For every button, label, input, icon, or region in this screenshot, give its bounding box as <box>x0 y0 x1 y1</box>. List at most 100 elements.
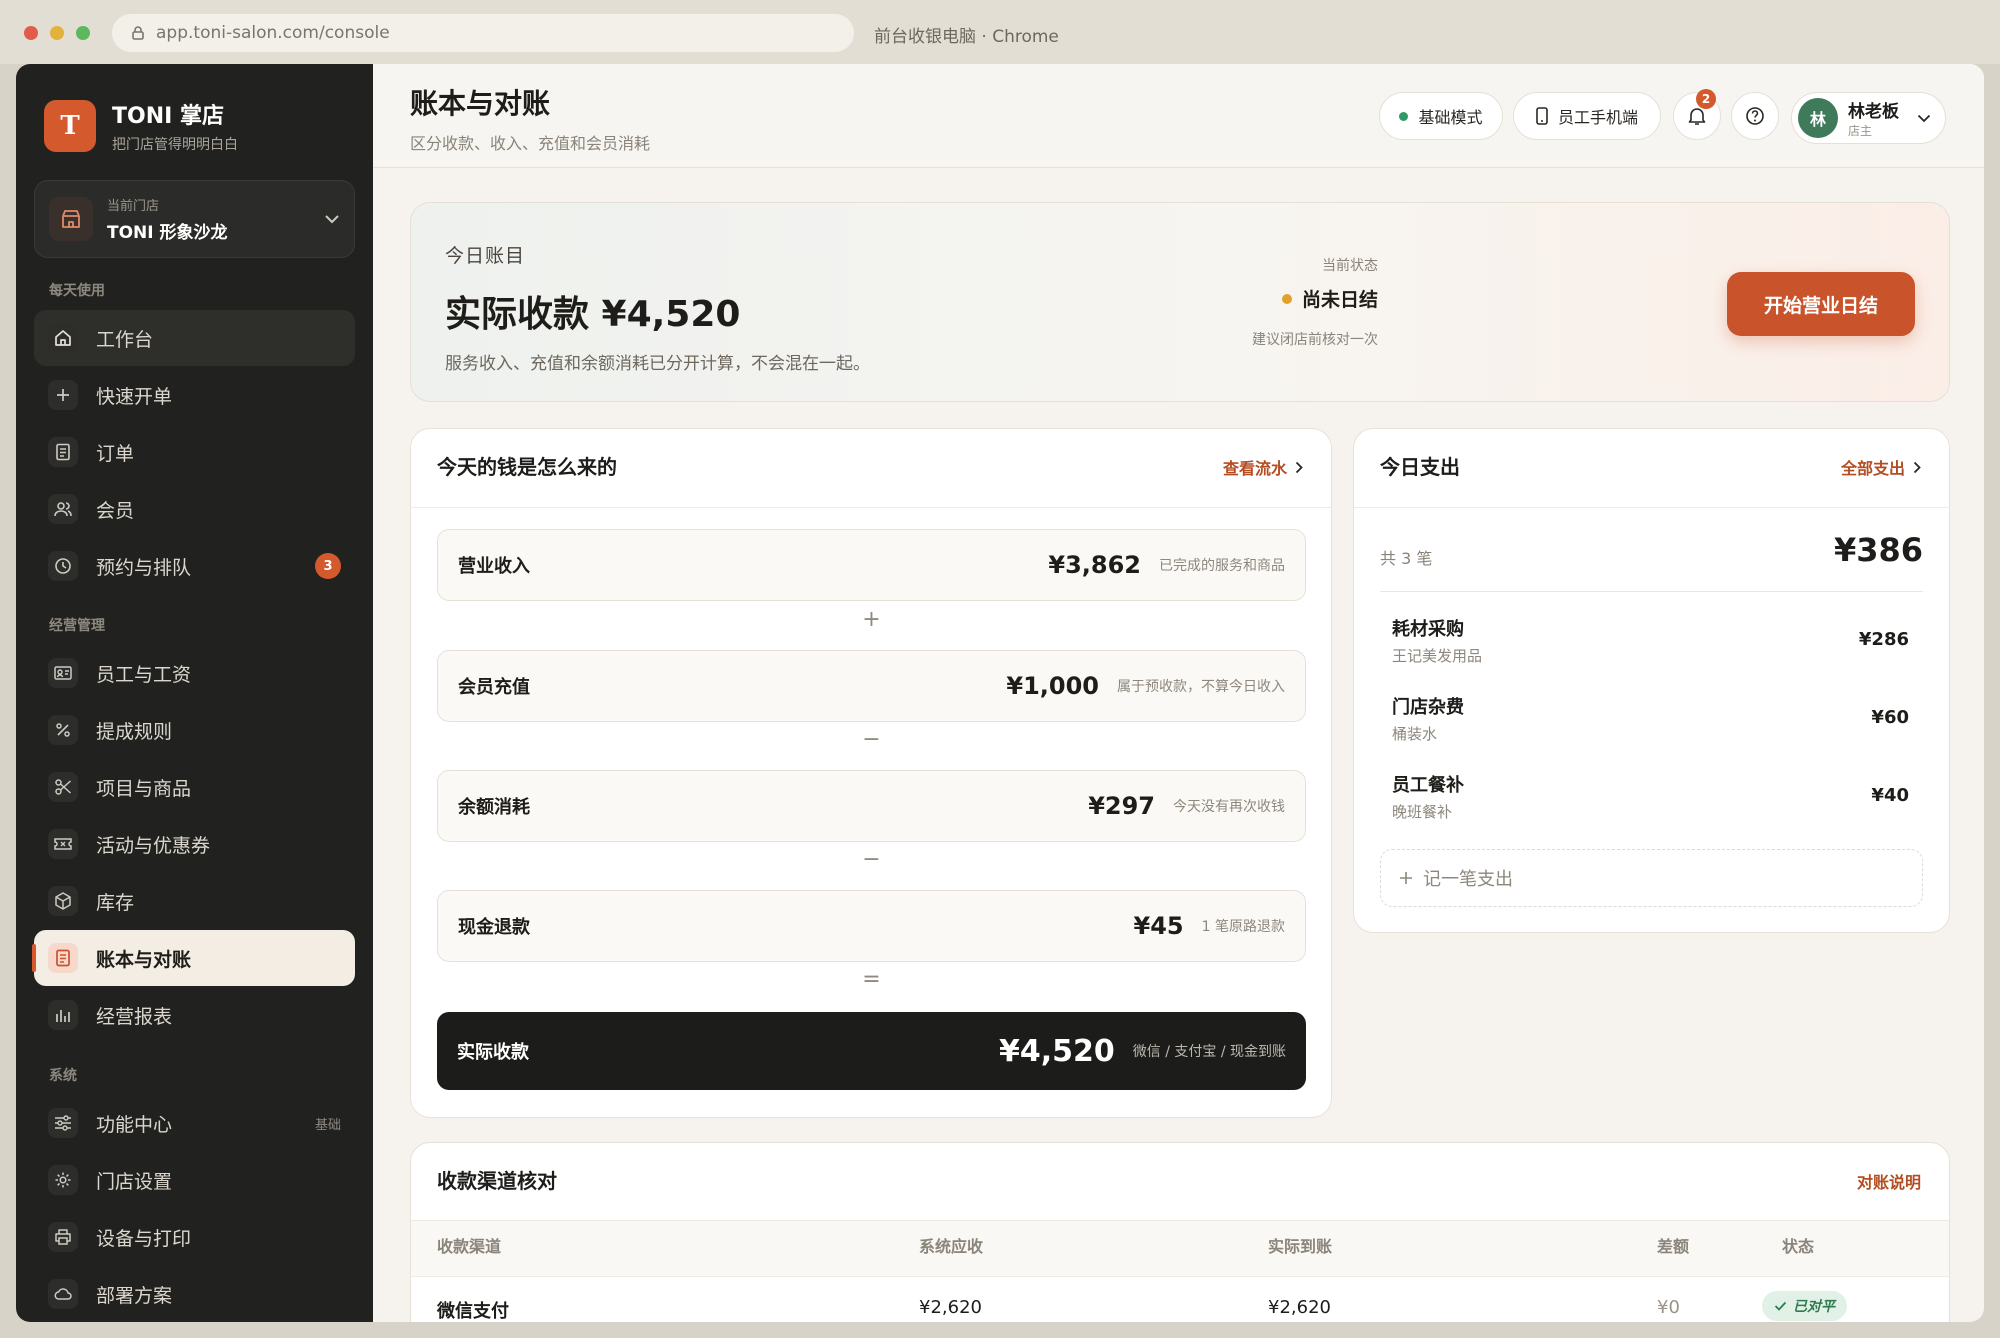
expense-item[interactable]: 门店杂费 桶装水 ¥60 <box>1392 693 1909 753</box>
expense-item[interactable]: 员工餐补 晚班餐补 ¥40 <box>1392 771 1909 831</box>
staff-mobile-label: 员工手机端 <box>1557 108 1638 127</box>
divider <box>1380 591 1923 592</box>
column-header: 实际到账 <box>1268 1237 1333 1256</box>
view-transactions-link[interactable]: 查看流水 <box>1223 455 1303 479</box>
add-expense-button[interactable]: 记一笔支出 <box>1380 849 1923 907</box>
today-summary-card: 今日账目 实际收款 ¥4,520 服务收入、充值和余额消耗已分开计算，不会混在一… <box>410 202 1950 402</box>
plan-tag: 基础 <box>314 1117 341 1133</box>
expense-total: ¥386 <box>1833 531 1923 569</box>
difference-amount: ¥0 <box>1657 1297 1680 1318</box>
window-title: 前台收银电脑 · Chrome <box>874 27 1059 47</box>
row-note: 今天没有再次收钱 <box>1173 799 1285 815</box>
sidebar-item-label: 门店设置 <box>96 1170 173 1193</box>
divider <box>411 1276 1949 1277</box>
expense-item[interactable]: 耗材采购 王记美发用品 ¥286 <box>1392 615 1909 675</box>
row-note: 已完成的服务和商品 <box>1159 558 1285 574</box>
sidebar-item-commission[interactable]: 提成规则 <box>34 702 355 758</box>
user-role: 店主 <box>1848 124 1873 138</box>
users-icon <box>48 494 78 524</box>
sidebar-item-label: 会员 <box>96 499 135 522</box>
expense-sub: 晚班餐补 <box>1392 803 1453 821</box>
sidebar-item-services[interactable]: 项目与商品 <box>34 759 355 815</box>
sidebar-item-orders[interactable]: 订单 <box>34 424 355 480</box>
reconcile-help-link[interactable]: 对账说明 <box>1857 1169 1921 1193</box>
operator-minus: − <box>862 727 881 752</box>
close-window-button[interactable] <box>24 26 38 40</box>
staff-mobile-button[interactable]: 员工手机端 <box>1513 92 1661 140</box>
sidebar-item-store-settings[interactable]: 门店设置 <box>34 1152 355 1208</box>
sidebar-item-members[interactable]: 会员 <box>34 481 355 537</box>
divider <box>411 507 1331 508</box>
sidebar-item-devices[interactable]: 设备与打印 <box>34 1209 355 1265</box>
store-label: 当前门店 <box>107 199 160 214</box>
expense-name: 耗材采购 <box>1392 619 1464 640</box>
flow-row-balance-use: 余额消耗 ¥297 今天没有再次收钱 <box>437 770 1306 842</box>
notifications-button[interactable]: 2 <box>1673 89 1721 140</box>
sliders-icon <box>48 1108 78 1138</box>
user-menu[interactable]: 林 林老板 店主 <box>1791 92 1946 144</box>
gear-icon <box>48 1165 78 1195</box>
expected-amount: ¥2,620 <box>919 1297 982 1318</box>
operator-plus: + <box>862 607 881 632</box>
sidebar-item-inventory[interactable]: 库存 <box>34 873 355 929</box>
link-label: 查看流水 <box>1222 459 1287 478</box>
sidebar-item-label: 订单 <box>96 442 135 465</box>
store-switcher[interactable]: 当前门店 TONI 形象沙龙 <box>34 180 355 258</box>
scissors-icon <box>48 772 78 802</box>
status-badge: 尚未日结 <box>1281 285 1378 312</box>
sidebar-item-reports[interactable]: 经营报表 <box>34 987 355 1043</box>
expense-count: 共 3 笔 <box>1380 549 1433 568</box>
status-text: 尚未日结 <box>1301 289 1378 311</box>
expense-sub: 王记美发用品 <box>1392 647 1483 665</box>
sidebar-item-label: 工作台 <box>96 328 154 351</box>
mode-toggle[interactable]: 基础模式 <box>1379 92 1503 140</box>
row-value: ¥3,862 <box>1048 551 1141 579</box>
sidebar-item-deployment[interactable]: 部署方案 <box>34 1266 355 1322</box>
maximize-window-button[interactable] <box>76 26 90 40</box>
row-label: 余额消耗 <box>458 797 530 818</box>
notification-count-badge: 2 <box>1696 89 1716 109</box>
sidebar: T TONI 掌店 把门店管得明明白白 当前门店 TONI 形象沙龙 每天使用 … <box>16 64 373 1322</box>
row-label: 现金退款 <box>458 917 530 938</box>
brand-logo: T <box>44 100 96 152</box>
sidebar-item-workbench[interactable]: 工作台 <box>34 310 355 366</box>
help-button[interactable] <box>1731 92 1779 140</box>
mode-label: 基础模式 <box>1418 108 1483 127</box>
actual-received-headline: 实际收款 ¥4,520 <box>445 294 741 335</box>
brand: T TONI 掌店 把门店管得明明白白 <box>44 98 238 154</box>
add-expense-label: 记一笔支出 <box>1423 869 1513 890</box>
sidebar-item-ledger[interactable]: 账本与对账 <box>32 930 355 986</box>
money-flow-card: 今天的钱是怎么来的 查看流水 营业收入 ¥3,862 已完成的服务和商品 + 会员充… <box>410 428 1332 1118</box>
sidebar-item-appointments[interactable]: 预约与排队 3 <box>34 538 355 594</box>
sidebar-item-label: 项目与商品 <box>96 777 192 800</box>
sidebar-item-feature-center[interactable]: 功能中心 基础 <box>34 1095 355 1151</box>
card-title: 今日支出 <box>1380 455 1460 479</box>
chevron-right-icon <box>1913 461 1921 474</box>
expense-amount: ¥60 <box>1871 707 1909 728</box>
sidebar-item-promotions[interactable]: 活动与优惠券 <box>34 816 355 872</box>
url-text: app.toni-salon.com/console <box>156 23 390 43</box>
sidebar-item-quick-order[interactable]: 快速开单 <box>34 367 355 423</box>
address-bar[interactable]: app.toni-salon.com/console <box>112 14 854 52</box>
plus-icon <box>1399 871 1413 885</box>
sidebar-item-label: 经营报表 <box>96 1005 173 1028</box>
summary-note: 服务收入、充值和余额消耗已分开计算，不会混在一起。 <box>445 354 870 374</box>
flow-row-refund: 现金退款 ¥45 1 笔原路退款 <box>437 890 1306 962</box>
sidebar-item-label: 快速开单 <box>96 385 173 408</box>
flow-row-total: 实际收款 ¥4,520 微信 / 支付宝 / 现金到账 <box>437 1012 1306 1090</box>
ledger-icon <box>48 943 78 973</box>
sidebar-item-label: 设备与打印 <box>96 1227 192 1250</box>
brand-tagline: 把门店管得明明白白 <box>112 137 238 153</box>
start-daily-close-button[interactable]: 开始营业日结 <box>1727 272 1915 336</box>
help-icon <box>1745 106 1765 126</box>
avatar: 林 <box>1798 98 1838 138</box>
minimize-window-button[interactable] <box>50 26 64 40</box>
sidebar-item-label: 员工与工资 <box>96 663 192 686</box>
browser-chrome: app.toni-salon.com/console 前台收银电脑 · Chro… <box>0 0 2000 64</box>
sidebar-item-staff[interactable]: 员工与工资 <box>34 645 355 701</box>
sidebar-item-label: 部署方案 <box>96 1284 173 1307</box>
lock-icon <box>132 26 144 40</box>
section-system: 系统 <box>49 1068 77 1084</box>
row-value: ¥297 <box>1088 792 1155 820</box>
all-expenses-link[interactable]: 全部支出 <box>1841 455 1921 479</box>
